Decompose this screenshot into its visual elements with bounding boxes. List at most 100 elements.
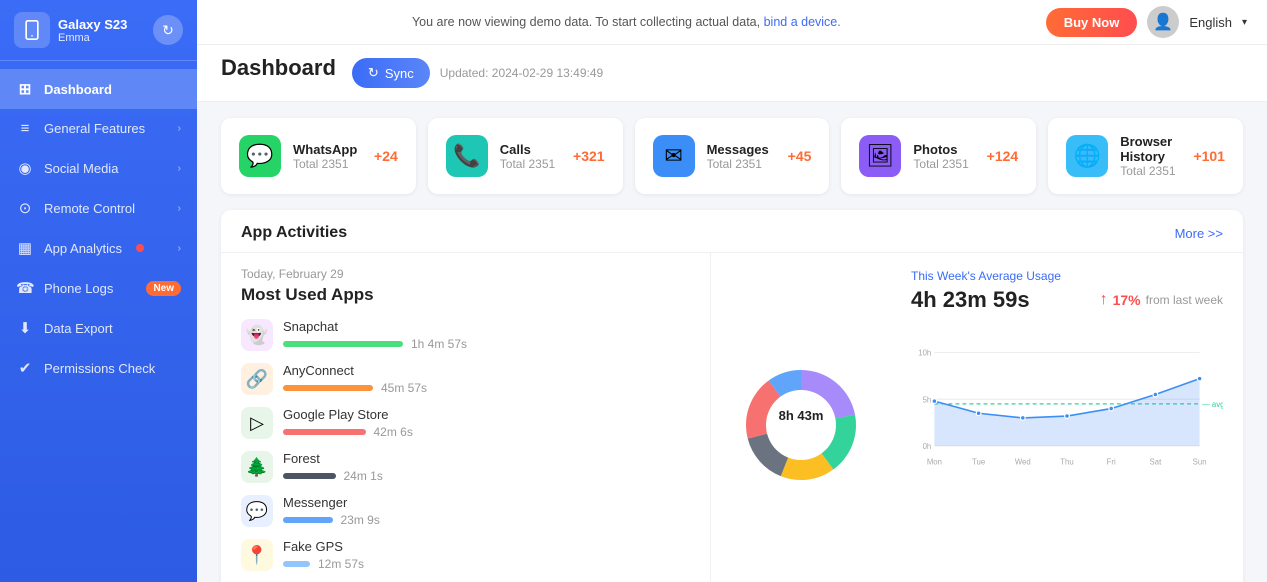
page-content: Dashboard ↻ Sync Updated: 2024-02-29 13:… (197, 45, 1267, 582)
nav-icon-analytics: ▦ (16, 239, 34, 257)
stat-info-calls: Calls Total 2351 (500, 142, 561, 171)
stat-icon-browser: 🌐 (1066, 135, 1108, 177)
sidebar: Galaxy S23 Emma ↻ ⊞ Dashboard≡ General F… (0, 0, 197, 582)
nav-icon-data_export: ⬇ (16, 319, 34, 337)
stat-name-whatsapp: WhatsApp (293, 142, 362, 157)
nav-icon-phone_logs: ☎ (16, 279, 34, 297)
stat-name-calls: Calls (500, 142, 561, 157)
stat-total-messages: Total 2351 (707, 157, 776, 171)
list-item[interactable]: ▷ Google Play Store 42m 6s (241, 407, 690, 439)
stat-total-whatsapp: Total 2351 (293, 157, 362, 171)
stat-card-whatsapp[interactable]: 💬 WhatsApp Total 2351 +24 (221, 118, 416, 194)
chart-day-label-thu: Thu (1060, 458, 1073, 467)
app-info: Forest 24m 1s (283, 451, 690, 483)
app-info: AnyConnect 45m 57s (283, 363, 690, 395)
area-chart-svg: 0h5h10h— avgMonTueWedThuFriSatSun (911, 327, 1223, 487)
app-bar-wrap: 45m 57s (283, 381, 690, 395)
buy-now-button[interactable]: Buy Now (1046, 8, 1138, 37)
app-info: Snapchat 1h 4m 57s (283, 319, 690, 351)
chart-day-label-sun: Sun (1193, 458, 1207, 467)
svg-text:8h 43m: 8h 43m (779, 408, 824, 423)
top-bar-left: Dashboard ↻ Sync Updated: 2024-02-29 13:… (221, 55, 603, 101)
device-icon (14, 12, 50, 48)
chart-dot-sat (1153, 392, 1158, 397)
nav-label-general: General Features (44, 121, 145, 136)
language-selector[interactable]: English (1189, 15, 1232, 30)
nav-arrow-remote: › (178, 203, 181, 214)
sidebar-item-permissions[interactable]: ✔ Permissions Check (0, 348, 197, 388)
date-label: Today, February 29 (241, 267, 690, 281)
stat-card-browser[interactable]: 🌐 Browser History Total 2351 +101 (1048, 118, 1243, 194)
stat-change-calls: +321 (573, 148, 605, 164)
chart-pct-label: from last week (1146, 293, 1223, 307)
chart-dot-mon (932, 399, 937, 404)
app-bar-wrap: 1h 4m 57s (283, 337, 690, 351)
app-icon: 💬 (241, 495, 273, 527)
page-title: Dashboard (221, 55, 336, 91)
app-bar (283, 341, 403, 347)
stat-card-photos[interactable]: 🖼 Photos Total 2351 +124 (841, 118, 1036, 194)
donut-chart: 8h 43m (711, 253, 891, 582)
sidebar-sync-icon[interactable]: ↻ (153, 15, 183, 45)
most-used-title: Most Used Apps (241, 285, 690, 305)
app-bar (283, 561, 310, 567)
app-bar (283, 473, 336, 479)
app-time: 1h 4m 57s (411, 337, 467, 351)
chart-pct: 17% (1113, 292, 1141, 308)
app-list: 👻 Snapchat 1h 4m 57s 🔗 AnyConnect 45m 57… (241, 319, 690, 571)
list-item[interactable]: 📍 Fake GPS 12m 57s (241, 539, 690, 571)
stat-name-messages: Messages (707, 142, 776, 157)
sidebar-header: Galaxy S23 Emma ↻ (0, 0, 197, 61)
app-name: Google Play Store (283, 407, 690, 422)
svg-text:— avg: — avg (1202, 400, 1223, 409)
sidebar-nav: ⊞ Dashboard≡ General Features›◉ Social M… (0, 61, 197, 582)
list-item[interactable]: 🌲 Forest 24m 1s (241, 451, 690, 483)
stat-card-calls[interactable]: 📞 Calls Total 2351 +321 (428, 118, 623, 194)
svg-text:5h: 5h (923, 395, 932, 404)
sync-label: Sync (385, 66, 414, 81)
app-info: Messenger 23m 9s (283, 495, 690, 527)
nav-icon-dashboard: ⊞ (16, 80, 34, 98)
sidebar-item-general[interactable]: ≡ General Features› (0, 109, 197, 148)
nav-arrow-general: › (178, 123, 181, 134)
nav-icon-permissions: ✔ (16, 359, 34, 377)
app-bar-wrap: 12m 57s (283, 557, 690, 571)
stats-row: 💬 WhatsApp Total 2351 +24 📞 Calls Total … (197, 102, 1267, 210)
chart-subtitle: This Week's Average Usage (911, 269, 1223, 283)
nav-label-dashboard: Dashboard (44, 82, 112, 97)
up-arrow-icon: ↑ (1100, 291, 1108, 309)
app-list-panel: Today, February 29 Most Used Apps 👻 Snap… (221, 253, 711, 582)
chart-panel: This Week's Average Usage 4h 23m 59s ↑ 1… (891, 253, 1243, 582)
app-info: Google Play Store 42m 6s (283, 407, 690, 439)
app-bar (283, 385, 373, 391)
activities-title: App Activities (241, 224, 347, 242)
list-item[interactable]: 💬 Messenger 23m 9s (241, 495, 690, 527)
nav-label-analytics: App Analytics (44, 241, 122, 256)
app-bar-wrap: 24m 1s (283, 469, 690, 483)
main-content: You are now viewing demo data. To start … (197, 0, 1267, 582)
stat-icon-whatsapp: 💬 (239, 135, 281, 177)
svg-text:10h: 10h (918, 349, 931, 358)
sidebar-item-dashboard[interactable]: ⊞ Dashboard (0, 69, 197, 109)
stat-name-browser: Browser History (1120, 134, 1181, 164)
chart-dot-fri (1109, 406, 1114, 411)
sidebar-item-data_export[interactable]: ⬇ Data Export (0, 308, 197, 348)
bind-device-link[interactable]: bind a device. (764, 15, 841, 29)
nav-icon-remote: ⊙ (16, 199, 34, 217)
list-item[interactable]: 👻 Snapchat 1h 4m 57s (241, 319, 690, 351)
stat-change-messages: +45 (788, 148, 812, 164)
more-link[interactable]: More >> (1175, 226, 1223, 241)
stat-icon-photos: 🖼 (859, 135, 901, 177)
sidebar-item-social[interactable]: ◉ Social Media› (0, 148, 197, 188)
sidebar-item-phone_logs[interactable]: ☎ Phone LogsNew (0, 268, 197, 308)
sync-button[interactable]: ↻ Sync (352, 58, 430, 88)
nav-label-data_export: Data Export (44, 321, 113, 336)
stat-card-messages[interactable]: ✉ Messages Total 2351 +45 (635, 118, 830, 194)
sidebar-item-analytics[interactable]: ▦ App Analytics› (0, 228, 197, 268)
updated-text: Updated: 2024-02-29 13:49:49 (440, 66, 603, 80)
activities-section: App Activities More >> Today, February 2… (221, 210, 1243, 582)
list-item[interactable]: 🔗 AnyConnect 45m 57s (241, 363, 690, 395)
stat-icon-calls: 📞 (446, 135, 488, 177)
sidebar-item-remote[interactable]: ⊙ Remote Control› (0, 188, 197, 228)
chart-dot-sun (1197, 376, 1202, 381)
